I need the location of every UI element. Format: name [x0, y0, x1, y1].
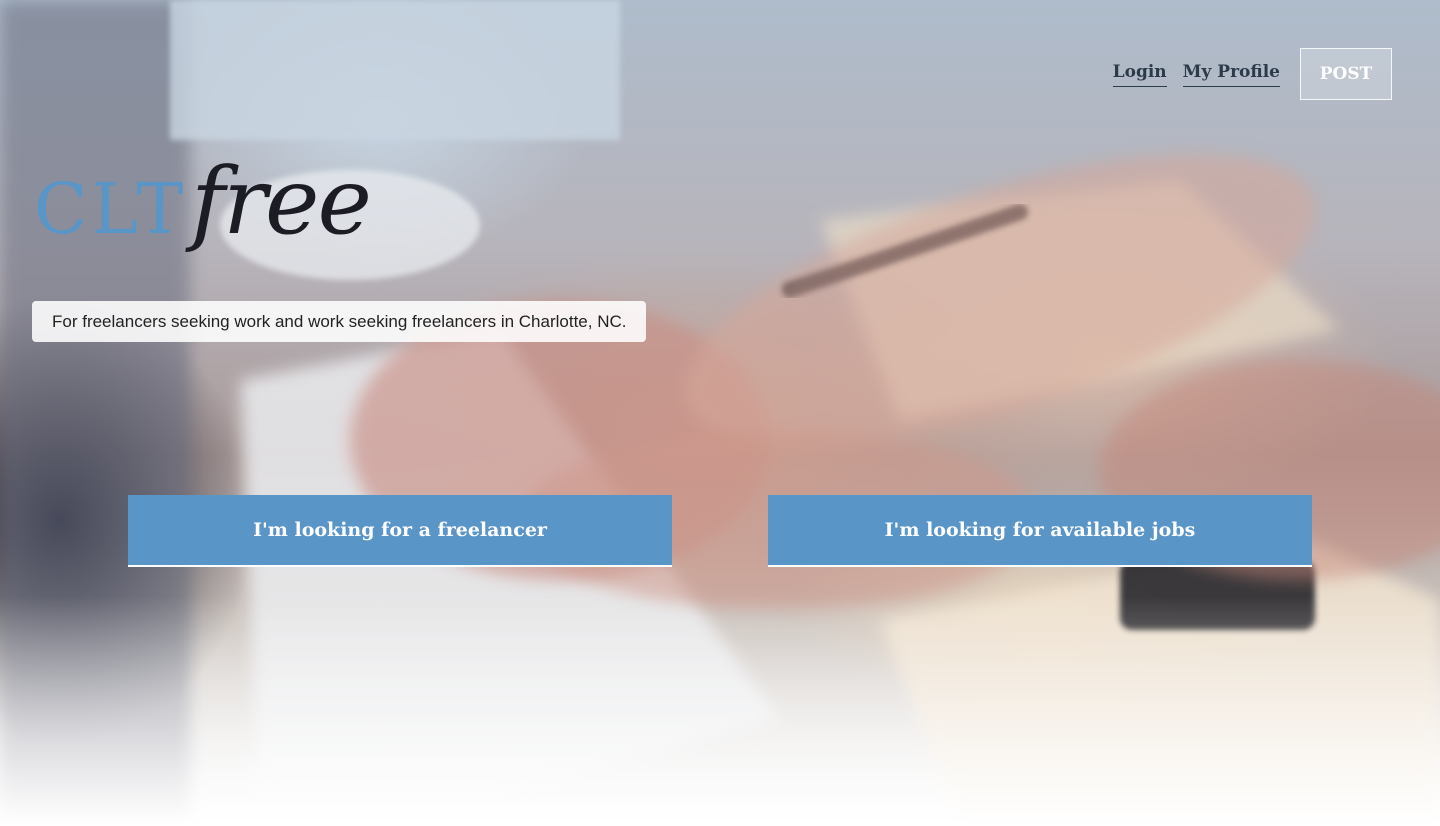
logo-clt-text: CLT [34, 168, 188, 250]
post-button[interactable]: POST [1300, 48, 1392, 100]
my-profile-link[interactable]: My Profile [1182, 62, 1280, 87]
hero-section: Login My Profile POST CLT free For freel… [0, 0, 1440, 826]
find-jobs-button[interactable]: I'm looking for available jobs [768, 495, 1312, 567]
logo-free-text: free [191, 148, 372, 255]
find-freelancer-button[interactable]: I'm looking for a freelancer [128, 495, 672, 567]
login-link[interactable]: Login [1112, 62, 1167, 87]
site-tagline: For freelancers seeking work and work se… [32, 301, 647, 342]
site-logo[interactable]: CLT free [34, 148, 372, 278]
laptop-shape [170, 0, 620, 140]
bottom-fade-overlay [0, 596, 1440, 826]
top-nav: Login My Profile POST [1112, 48, 1392, 100]
